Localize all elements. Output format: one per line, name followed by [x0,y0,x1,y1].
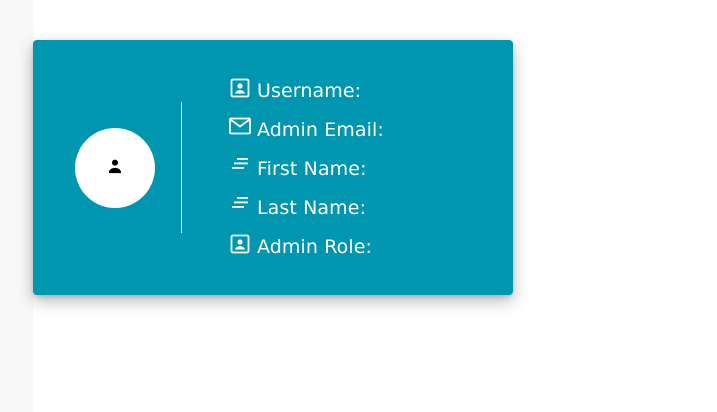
vertical-divider [181,102,182,233]
page-left-gutter [0,0,33,412]
mail-icon [229,117,251,139]
field-username: Username: [229,76,384,115]
field-label: First Name: [257,158,367,180]
profile-fields: Username: Admin Email: First Name: Last … [229,76,384,271]
field-label: Admin Role: [257,236,373,258]
admin-profile-card: Username: Admin Email: First Name: Last … [33,40,513,295]
field-label: Last Name: [257,197,367,219]
short-text-icon [229,156,251,178]
field-admin-role: Admin Role: [229,232,384,271]
field-last-name: Last Name: [229,193,384,232]
field-label: Username: [257,80,362,102]
field-label: Admin Email: [257,119,384,141]
field-first-name: First Name: [229,154,384,193]
short-text-icon [229,195,251,217]
account-box-icon [229,78,251,100]
avatar [75,128,155,208]
field-admin-email: Admin Email: [229,115,384,154]
person-icon [106,157,124,179]
account-box-icon [229,234,251,256]
